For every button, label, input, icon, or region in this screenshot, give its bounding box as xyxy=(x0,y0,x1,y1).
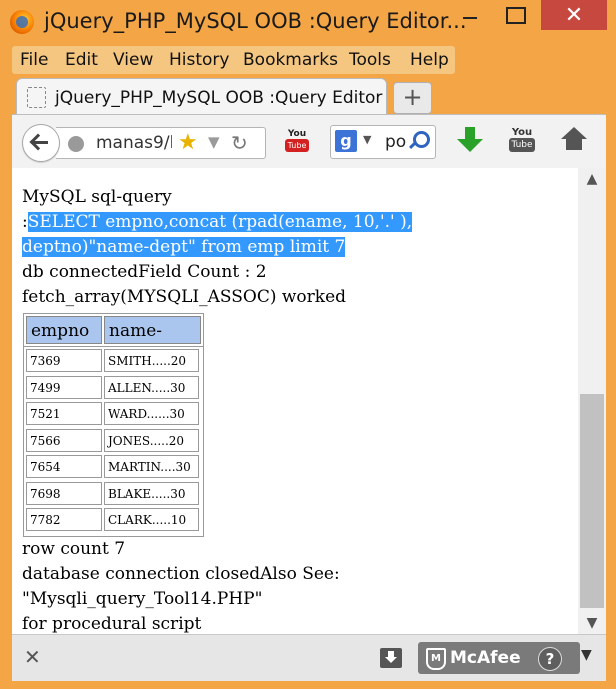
google-icon[interactable]: g xyxy=(335,130,357,152)
firefox-icon xyxy=(10,10,34,34)
minimize-icon xyxy=(463,17,477,19)
cell-name-dept: WARD......30 xyxy=(104,402,199,425)
youtube-top: You xyxy=(511,127,533,138)
row-count: row count 7 xyxy=(22,539,126,559)
maximize-button[interactable] xyxy=(494,0,538,30)
cell-empno: 7369 xyxy=(26,349,102,372)
url-bar[interactable]: manas9/l ★ ▼ ↻ xyxy=(56,127,266,159)
result-table-body: 7369 SMITH.....20 7499 ALLEN.....30 7521 WARD… xyxy=(23,346,204,537)
tab-query-editor[interactable]: jQuery_PHP_MySQL OOB :Query Editor xyxy=(16,78,387,117)
search-icon[interactable] xyxy=(413,131,430,148)
cell-empno: 7499 xyxy=(26,375,102,399)
mcafee-dropdown-icon[interactable]: ▼ xyxy=(581,647,592,663)
search-engine-dropdown-icon[interactable]: ▼ xyxy=(363,133,371,146)
help-icon[interactable]: ? xyxy=(538,647,562,671)
downloads-icon[interactable] xyxy=(380,648,402,668)
menu-tools[interactable]: Tools xyxy=(349,50,391,70)
mcafee-shield-icon: M xyxy=(426,648,446,670)
menu-history[interactable]: History xyxy=(169,50,229,70)
query-prefix: : xyxy=(22,212,28,232)
youtube-small-bottom: Tube xyxy=(285,139,309,152)
cell-empno: 7698 xyxy=(26,481,102,505)
youtube-small-top: You xyxy=(287,129,307,139)
cell-name-dept: BLAKE.....30 xyxy=(104,481,199,505)
menu-view[interactable]: View xyxy=(113,50,153,70)
youtube-download-icon[interactable]: You Tube xyxy=(285,129,309,155)
scrollbar-thumb[interactable] xyxy=(580,394,604,608)
title-bar: jQuery_PHP_MySQL OOB :Query Editor... ✕ xyxy=(0,0,616,46)
db-status: db connectedField Count : 2 xyxy=(22,262,267,282)
search-bar[interactable]: g ▼ po xyxy=(330,125,436,159)
menu-bar: File Edit View History Bookmarks Tools H… xyxy=(12,46,455,74)
connection-closed: database connection closedAlso See: xyxy=(22,564,340,584)
cell-name-dept: MARTIN....30 xyxy=(104,455,199,478)
bookmark-star-icon[interactable]: ★ xyxy=(178,130,198,155)
window-title: jQuery_PHP_MySQL OOB :Query Editor... xyxy=(44,9,467,33)
url-dropdown-icon[interactable]: ▼ xyxy=(208,133,220,151)
reload-icon[interactable]: ↻ xyxy=(231,131,248,155)
mcafee-button[interactable]: M McAfee ? xyxy=(418,642,580,674)
query-line-2: deptno)"name-dept" from emp limit 7 xyxy=(22,237,346,257)
cell-name-dept: SMITH.....20 xyxy=(104,349,199,372)
url-text: manas9/l xyxy=(96,133,172,153)
menu-bookmarks[interactable]: Bookmarks xyxy=(243,50,338,70)
result-table-header: empno name-dept xyxy=(23,313,204,369)
menu-edit[interactable]: Edit xyxy=(65,50,98,70)
tab-label: jQuery_PHP_MySQL OOB :Query Editor xyxy=(55,88,383,108)
cell-empno: 7782 xyxy=(26,508,102,531)
cell-empno: 7521 xyxy=(26,402,102,425)
download-arrow-icon[interactable] xyxy=(456,125,484,155)
scroll-down-icon[interactable]: ▼ xyxy=(578,612,606,634)
mcafee-label: McAfee xyxy=(450,648,521,668)
page-content: MySQL sql-query :SELECT empno,concat (rp… xyxy=(12,168,578,634)
menu-help[interactable]: Help xyxy=(410,50,449,70)
close-icon: ✕ xyxy=(564,2,584,28)
page-icon xyxy=(27,87,46,108)
back-button[interactable] xyxy=(22,124,60,162)
cell-name-dept: JONES.....20 xyxy=(104,428,199,452)
tab-strip: jQuery_PHP_MySQL OOB :Query Editor + xyxy=(12,78,606,117)
scroll-up-icon[interactable]: ▲ xyxy=(578,168,606,190)
cell-empno: 7566 xyxy=(26,428,102,452)
youtube-bottom: Tube xyxy=(509,138,535,152)
new-tab-button[interactable]: + xyxy=(393,82,432,114)
query-line-1: :SELECT empno,concat (rpad(ename, 10,'.'… xyxy=(22,212,413,232)
cell-empno: 7654 xyxy=(26,455,102,478)
column-header-name-dept: name-dept xyxy=(104,316,201,369)
selected-query-text-1: SELECT empno,concat (rpad(ename, 10,'.' … xyxy=(27,212,413,232)
add-on-bar: ✕ M McAfee ? ▼ xyxy=(12,634,606,681)
sql-query-heading: MySQL sql-query xyxy=(22,187,172,207)
selected-query-text-2: deptno)"name-dept" from emp limit 7 xyxy=(22,237,346,257)
cell-name-dept: CLARK.....10 xyxy=(104,508,199,531)
youtube-icon[interactable]: You Tube xyxy=(509,127,535,155)
menu-file[interactable]: File xyxy=(20,50,48,70)
close-button[interactable]: ✕ xyxy=(541,0,607,30)
fetch-status: fetch_array(MYSQLI_ASSOC) worked xyxy=(22,287,347,307)
vertical-scrollbar[interactable]: ▲ ▼ xyxy=(578,168,606,634)
maximize-icon xyxy=(506,6,526,24)
see-also-file: "Mysqli_query_Tool14.PHP" xyxy=(22,589,263,609)
search-input[interactable]: po xyxy=(385,132,406,152)
browser-window: jQuery_PHP_MySQL OOB :Query Editor... ✕ … xyxy=(0,0,616,689)
column-header-empno: empno xyxy=(26,316,102,344)
navigation-toolbar: manas9/l ★ ▼ ↻ You Tube g ▼ po You Tube xyxy=(12,114,606,170)
cell-name-dept: ALLEN.....30 xyxy=(104,375,199,399)
globe-icon xyxy=(68,136,84,152)
close-bar-icon[interactable]: ✕ xyxy=(24,645,41,669)
minimize-button[interactable] xyxy=(448,0,492,30)
procedural-note: for procedural script xyxy=(22,614,202,634)
home-icon[interactable] xyxy=(561,127,587,153)
